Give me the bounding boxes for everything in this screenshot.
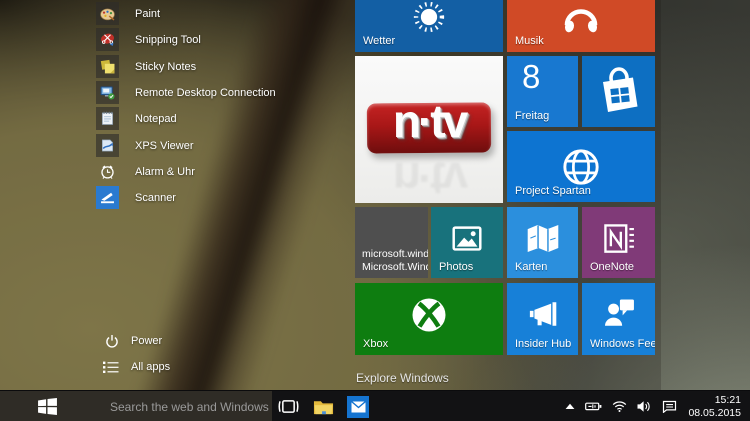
app-item-xps-viewer[interactable]: XPS Viewer xyxy=(96,134,194,157)
app-item-paint[interactable]: Paint xyxy=(96,2,160,25)
chevron-up-icon xyxy=(565,403,575,410)
tile-insider-hub[interactable]: Insider Hub xyxy=(507,283,578,355)
snipping-tool-icon xyxy=(98,30,117,49)
ntv-logo-text: n·tv xyxy=(355,94,503,148)
remote-desktop-icon xyxy=(98,83,117,102)
tile-label: Xbox xyxy=(363,338,388,350)
tile-label: Windows Feedb xyxy=(590,338,655,350)
tile-label: Musik xyxy=(515,35,544,47)
power-label: Power xyxy=(131,335,162,347)
xbox-icon xyxy=(405,291,453,339)
all-apps-icon xyxy=(103,361,119,374)
tray-volume-button[interactable] xyxy=(632,391,657,421)
all-apps-button[interactable]: All apps xyxy=(103,358,170,376)
xps-viewer-icon xyxy=(98,136,117,155)
app-label: Paint xyxy=(135,8,160,20)
folder-icon xyxy=(313,398,334,416)
all-apps-label: All apps xyxy=(131,361,170,373)
tile-ntv[interactable]: n·tv n·tv xyxy=(355,56,503,203)
app-item-remote-desktop[interactable]: Remote Desktop Connection xyxy=(96,81,276,104)
start-button[interactable] xyxy=(30,391,64,421)
app-label: Scanner xyxy=(135,192,176,204)
taskbar-search-input[interactable] xyxy=(66,391,271,421)
sticky-notes-icon xyxy=(98,57,117,76)
app-item-sticky-notes[interactable]: Sticky Notes xyxy=(96,55,196,78)
app-item-notepad[interactable]: Notepad xyxy=(96,107,177,130)
tray-expand-button[interactable] xyxy=(560,391,580,421)
mail-icon xyxy=(351,401,366,413)
tile-store[interactable] xyxy=(582,56,655,127)
tile-windows-feedback[interactable]: Windows Feedb xyxy=(582,283,655,355)
tile-project-spartan[interactable]: Project Spartan xyxy=(507,131,655,202)
tray-clock[interactable]: 15:21 08.05.2015 xyxy=(682,394,750,420)
tile-label: Project Spartan xyxy=(515,185,591,197)
app-label: Sticky Notes xyxy=(135,61,196,73)
system-tray: 15:21 08.05.2015 xyxy=(560,391,750,421)
tile-group-header: Explore Windows xyxy=(356,371,449,385)
tile-photos[interactable]: Photos xyxy=(431,207,503,278)
sun-icon xyxy=(406,0,452,40)
tile-label: Karten xyxy=(515,261,547,273)
mail-button[interactable] xyxy=(342,391,374,421)
screen: Paint Snipping Tool Sticky Notes Remote … xyxy=(0,0,750,421)
map-icon xyxy=(523,221,563,257)
onenote-icon xyxy=(599,220,639,258)
photo-icon xyxy=(446,220,488,258)
calendar-day: 8 xyxy=(522,58,540,96)
ntv-logo-reflection: n·tv xyxy=(355,152,503,203)
paint-icon xyxy=(98,4,117,23)
tray-wifi-button[interactable] xyxy=(607,391,632,421)
tile-label: Wetter xyxy=(363,35,395,47)
clock-date: 08.05.2015 xyxy=(688,407,741,420)
tile-musik[interactable]: Musik xyxy=(507,0,655,52)
battery-plug-icon xyxy=(585,401,602,412)
task-view-button[interactable] xyxy=(272,391,304,421)
notepad-icon xyxy=(98,109,117,128)
alarm-clock-icon xyxy=(98,162,117,181)
app-label: Snipping Tool xyxy=(135,34,201,46)
power-button[interactable]: Power xyxy=(105,332,162,350)
app-label: XPS Viewer xyxy=(135,140,194,152)
tile-kalender[interactable]: 8 Freitag xyxy=(507,56,578,127)
volume-icon xyxy=(637,400,652,413)
tile-wetter[interactable]: Wetter xyxy=(355,0,503,52)
tile-label: microsoft.windo Microsoft.Windo xyxy=(362,248,428,274)
app-item-snipping-tool[interactable]: Snipping Tool xyxy=(96,28,201,51)
windows-logo-icon xyxy=(38,398,57,415)
app-label: Notepad xyxy=(135,113,177,125)
tray-battery-button[interactable] xyxy=(580,391,607,421)
action-center-icon xyxy=(662,400,677,413)
clock-time: 15:21 xyxy=(688,394,741,407)
tile-label: Insider Hub xyxy=(515,338,571,350)
app-item-scanner[interactable]: Scanner xyxy=(96,186,176,209)
store-bag-icon xyxy=(591,64,647,120)
person-feedback-icon xyxy=(599,295,639,333)
megaphone-icon xyxy=(523,295,563,333)
file-explorer-button[interactable] xyxy=(307,391,339,421)
tile-label: Photos xyxy=(439,261,473,273)
tile-onenote[interactable]: OneNote xyxy=(582,207,655,278)
tile-xbox[interactable]: Xbox xyxy=(355,283,503,355)
app-label: Remote Desktop Connection xyxy=(135,87,276,99)
power-icon xyxy=(105,334,119,349)
tray-action-center-button[interactable] xyxy=(657,391,682,421)
scanner-icon xyxy=(98,188,117,207)
app-label: Alarm & Uhr xyxy=(135,166,195,178)
taskbar: 15:21 08.05.2015 xyxy=(0,390,750,421)
tile-label: OneNote xyxy=(590,261,634,273)
task-view-icon xyxy=(277,398,300,415)
app-item-alarm-clock[interactable]: Alarm & Uhr xyxy=(96,160,195,183)
tile-karten[interactable]: Karten xyxy=(507,207,578,278)
headphones-icon xyxy=(557,0,605,38)
globe-icon xyxy=(558,143,605,190)
wifi-icon xyxy=(612,401,627,412)
tile-label: Freitag xyxy=(515,110,549,122)
tile-microsoft-windows[interactable]: microsoft.windo Microsoft.Windo xyxy=(355,207,428,278)
